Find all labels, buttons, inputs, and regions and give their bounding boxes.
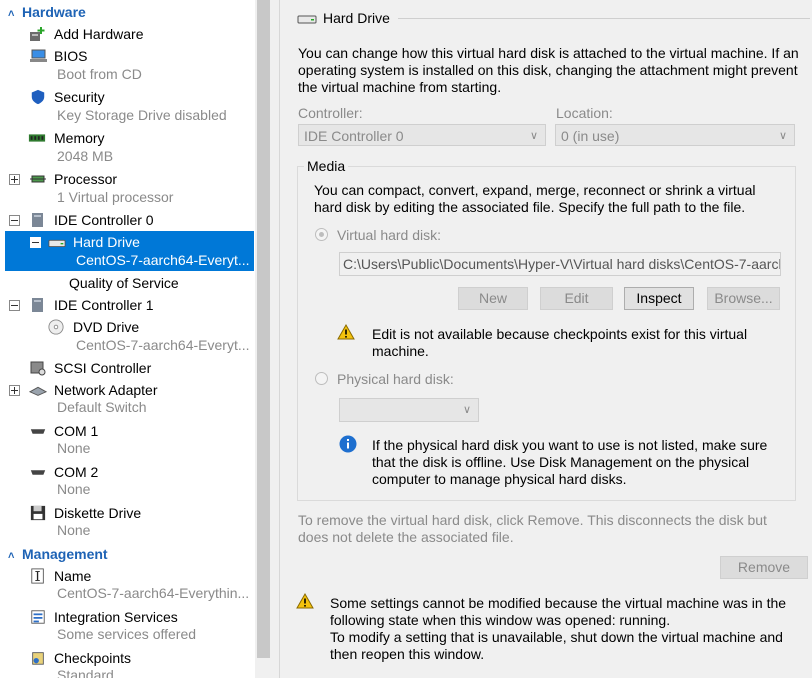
collapse-chevron-icon[interactable]: ˄ xyxy=(8,4,22,24)
com-port-icon xyxy=(30,429,46,434)
ide-controller-icon xyxy=(32,213,43,227)
media-title: Media xyxy=(304,158,349,175)
controller-label: Controller: xyxy=(298,105,363,121)
name-text-icon xyxy=(31,568,44,584)
com1-summary: None xyxy=(57,440,91,456)
info-icon xyxy=(339,435,357,453)
remove-button[interactable]: Remove xyxy=(720,556,808,579)
hardware-section-header[interactable]: ˄ Hardware xyxy=(8,2,86,22)
bios-computer-icon xyxy=(30,49,47,62)
hard-drive-settings-panel: Hard Drive You can change how this virtu… xyxy=(280,0,812,678)
edit-button[interactable]: Edit xyxy=(540,287,613,310)
network-summary: Default Switch xyxy=(57,399,147,415)
chevron-down-icon: ∨ xyxy=(462,404,471,416)
collapse-icon[interactable] xyxy=(30,237,41,248)
checkpoints-camera-icon xyxy=(32,652,44,665)
browse-button[interactable]: Browse... xyxy=(707,287,780,310)
vhd-path-input[interactable]: C:\Users\Public\Documents\Hyper-V\Virtua… xyxy=(339,252,781,276)
com2-summary: None xyxy=(57,481,91,497)
security-summary: Key Storage Drive disabled xyxy=(57,107,227,123)
intro-text: You can change how this virtual hard dis… xyxy=(298,45,799,95)
hard-drive-summary: CentOS-7-aarch64-Everyt... xyxy=(76,252,250,268)
pane-splitter[interactable] xyxy=(271,0,280,678)
scsi-controller-icon xyxy=(30,361,46,376)
add-hardware-icon xyxy=(30,27,45,41)
title-divider xyxy=(398,18,810,19)
new-button[interactable]: New xyxy=(458,287,528,310)
name-summary: CentOS-7-aarch64-Everythin... xyxy=(57,585,250,601)
ide-controller-icon xyxy=(32,298,43,312)
expand-icon[interactable] xyxy=(9,174,20,185)
hard-drive-icon xyxy=(48,239,66,248)
tree-scrollbar-thumb[interactable] xyxy=(257,0,270,658)
remove-note: To remove the virtual hard disk, click R… xyxy=(298,512,767,545)
memory-summary: 2048 MB xyxy=(57,148,114,164)
vhd-radio-label: Virtual hard disk: xyxy=(337,227,442,243)
controller-select[interactable]: IDE Controller 0 ∨ xyxy=(298,124,546,146)
media-description: You can compact, convert, expand, merge,… xyxy=(314,182,756,215)
network-adapter-icon xyxy=(29,386,47,396)
shield-icon xyxy=(31,89,45,105)
processor-icon xyxy=(30,175,46,183)
diskette-summary: None xyxy=(57,522,91,538)
warning-icon xyxy=(296,593,314,609)
inspect-button[interactable]: Inspect xyxy=(624,287,694,310)
panel-title: Hard Drive xyxy=(323,10,390,26)
dvd-disc-icon xyxy=(48,319,64,335)
physical-disk-info: If the physical hard disk you want to us… xyxy=(372,437,768,487)
collapse-icon[interactable] xyxy=(9,215,20,226)
processor-summary: 1 Virtual processor xyxy=(57,189,174,205)
location-select[interactable]: 0 (in use) ∨ xyxy=(555,124,795,146)
integration-summary: Some services offered xyxy=(57,626,197,642)
running-state-warning: Some settings cannot be modified because… xyxy=(330,595,787,662)
warning-icon xyxy=(337,324,355,340)
checkpoints-summary: Standard xyxy=(57,667,114,678)
bios-summary: Boot from CD xyxy=(57,66,142,82)
chevron-down-icon: ∨ xyxy=(529,130,538,142)
collapse-chevron-icon[interactable]: ˄ xyxy=(8,546,22,566)
settings-tree: ˄ Hardware Add Hardware BIOS Boot from CD… xyxy=(0,0,255,678)
physical-disk-radio-label: Physical hard disk: xyxy=(337,371,454,387)
location-label: Location: xyxy=(556,105,613,121)
memory-icon xyxy=(28,134,46,142)
vhd-radio[interactable] xyxy=(315,228,328,241)
chevron-down-icon: ∨ xyxy=(778,130,787,142)
collapse-icon[interactable] xyxy=(9,300,20,311)
physical-disk-select[interactable]: ∨ xyxy=(339,398,479,422)
hard-drive-icon xyxy=(297,15,317,24)
dvd-summary: CentOS-7-aarch64-Everyt... xyxy=(76,337,250,353)
com-port-icon xyxy=(30,470,46,475)
edit-unavailable-warning: Edit is not available because checkpoint… xyxy=(372,326,748,359)
expand-icon[interactable] xyxy=(9,385,20,396)
integration-services-icon xyxy=(31,610,45,624)
diskette-icon xyxy=(30,505,46,521)
physical-disk-radio[interactable] xyxy=(315,372,328,385)
management-section-header[interactable]: ˄ Management xyxy=(8,544,108,564)
